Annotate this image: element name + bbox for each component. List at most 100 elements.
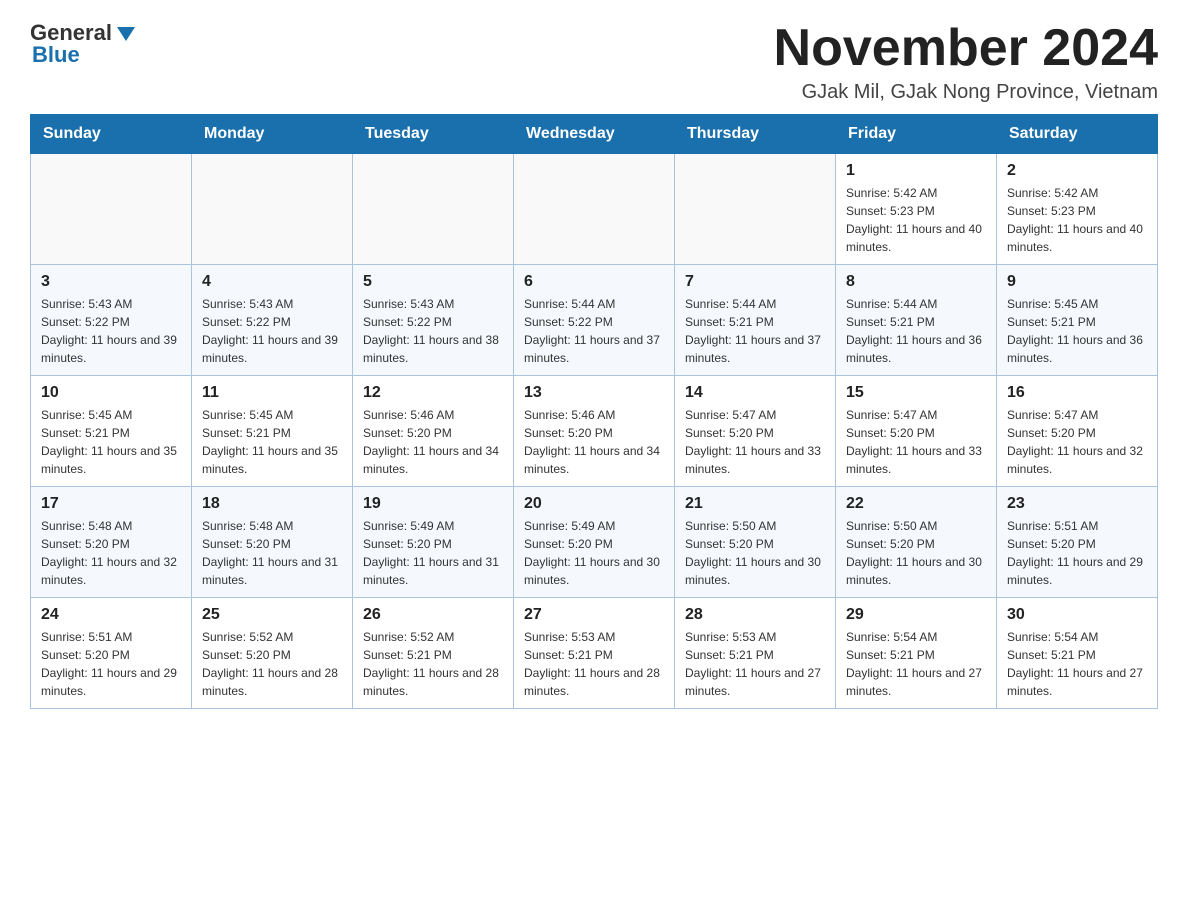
calendar-cell: 3 Sunrise: 5:43 AM Sunset: 5:22 PM Daylig… — [31, 265, 192, 376]
day-info: Sunrise: 5:46 AM Sunset: 5:20 PM Dayligh… — [363, 406, 503, 478]
day-info: Sunrise: 5:47 AM Sunset: 5:20 PM Dayligh… — [846, 406, 986, 478]
calendar-cell — [353, 154, 514, 265]
weekday-header-monday: Monday — [192, 115, 353, 154]
day-info: Sunrise: 5:50 AM Sunset: 5:20 PM Dayligh… — [685, 517, 825, 589]
calendar-cell — [514, 154, 675, 265]
day-number: 26 — [363, 606, 503, 624]
day-number: 8 — [846, 273, 986, 291]
title-area: November 2024 GJak Mil, GJak Nong Provin… — [774, 20, 1158, 104]
week-row-3: 10 Sunrise: 5:45 AM Sunset: 5:21 PM Dayli… — [31, 376, 1158, 487]
day-info: Sunrise: 5:51 AM Sunset: 5:20 PM Dayligh… — [41, 628, 181, 700]
weekday-header-wednesday: Wednesday — [514, 115, 675, 154]
calendar-cell: 10 Sunrise: 5:45 AM Sunset: 5:21 PM Dayli… — [31, 376, 192, 487]
day-number: 16 — [1007, 384, 1147, 402]
day-number: 20 — [524, 495, 664, 513]
calendar-cell — [675, 154, 836, 265]
day-number: 19 — [363, 495, 503, 513]
day-number: 14 — [685, 384, 825, 402]
day-info: Sunrise: 5:54 AM Sunset: 5:21 PM Dayligh… — [846, 628, 986, 700]
calendar-cell: 8 Sunrise: 5:44 AM Sunset: 5:21 PM Daylig… — [836, 265, 997, 376]
day-number: 2 — [1007, 162, 1147, 180]
calendar-cell: 28 Sunrise: 5:53 AM Sunset: 5:21 PM Dayli… — [675, 598, 836, 709]
weekday-header-sunday: Sunday — [31, 115, 192, 154]
day-number: 27 — [524, 606, 664, 624]
day-info: Sunrise: 5:44 AM Sunset: 5:22 PM Dayligh… — [524, 295, 664, 367]
day-number: 17 — [41, 495, 181, 513]
day-info: Sunrise: 5:44 AM Sunset: 5:21 PM Dayligh… — [685, 295, 825, 367]
day-number: 10 — [41, 384, 181, 402]
weekday-header-row: SundayMondayTuesdayWednesdayThursdayFrid… — [31, 115, 1158, 154]
day-number: 13 — [524, 384, 664, 402]
weekday-header-thursday: Thursday — [675, 115, 836, 154]
calendar-cell: 5 Sunrise: 5:43 AM Sunset: 5:22 PM Daylig… — [353, 265, 514, 376]
day-info: Sunrise: 5:47 AM Sunset: 5:20 PM Dayligh… — [1007, 406, 1147, 478]
day-number: 18 — [202, 495, 342, 513]
day-number: 22 — [846, 495, 986, 513]
weekday-header-saturday: Saturday — [997, 115, 1158, 154]
calendar-cell: 9Sunrise: 5:45 AM Sunset: 5:21 PM Daylig… — [997, 265, 1158, 376]
calendar-cell: 20 Sunrise: 5:49 AM Sunset: 5:20 PM Dayli… — [514, 487, 675, 598]
day-info: Sunrise: 5:44 AM Sunset: 5:21 PM Dayligh… — [846, 295, 986, 367]
calendar-cell: 17 Sunrise: 5:48 AM Sunset: 5:20 PM Dayli… — [31, 487, 192, 598]
day-info: Sunrise: 5:53 AM Sunset: 5:21 PM Dayligh… — [685, 628, 825, 700]
calendar-cell: 14 Sunrise: 5:47 AM Sunset: 5:20 PM Dayli… — [675, 376, 836, 487]
day-number: 5 — [363, 273, 503, 291]
logo-blue-text: Blue — [32, 42, 80, 68]
calendar-cell: 26 Sunrise: 5:52 AM Sunset: 5:21 PM Dayli… — [353, 598, 514, 709]
calendar-cell: 1Sunrise: 5:42 AM Sunset: 5:23 PM Daylig… — [836, 154, 997, 265]
day-number: 7 — [685, 273, 825, 291]
day-number: 25 — [202, 606, 342, 624]
logo: General Blue — [30, 20, 137, 68]
calendar-cell: 24 Sunrise: 5:51 AM Sunset: 5:20 PM Dayli… — [31, 598, 192, 709]
day-number: 4 — [202, 273, 342, 291]
day-info: Sunrise: 5:49 AM Sunset: 5:20 PM Dayligh… — [363, 517, 503, 589]
week-row-5: 24 Sunrise: 5:51 AM Sunset: 5:20 PM Dayli… — [31, 598, 1158, 709]
day-info: Sunrise: 5:52 AM Sunset: 5:20 PM Dayligh… — [202, 628, 342, 700]
weekday-header-friday: Friday — [836, 115, 997, 154]
calendar-cell — [31, 154, 192, 265]
day-number: 29 — [846, 606, 986, 624]
calendar-cell: 15 Sunrise: 5:47 AM Sunset: 5:20 PM Dayli… — [836, 376, 997, 487]
week-row-1: 1 Sunrise: 5:42 AM Sunset: 5:23 PM Daylig… — [31, 154, 1158, 265]
day-info: Sunrise: 5:45 AM Sunset: 5:21 PM Dayligh… — [202, 406, 342, 478]
day-number: 23 — [1007, 495, 1147, 513]
header: General Blue November 2024 GJak Mil, GJa… — [30, 20, 1158, 104]
day-info: Sunrise: 5:52 AM Sunset: 5:21 PM Dayligh… — [363, 628, 503, 700]
calendar-cell: 13 Sunrise: 5:46 AM Sunset: 5:20 PM Dayli… — [514, 376, 675, 487]
day-number: 24 — [41, 606, 181, 624]
day-number: 1 — [846, 162, 986, 180]
calendar-cell: 22 Sunrise: 5:50 AM Sunset: 5:20 PM Dayli… — [836, 487, 997, 598]
month-title: November 2024 — [774, 20, 1158, 77]
day-info: Sunrise: 5:54 AM Sunset: 5:21 PM Dayligh… — [1007, 628, 1147, 700]
day-number: 15 — [846, 384, 986, 402]
day-info: Sunrise: 5:43 AM Sunset: 5:22 PM Dayligh… — [363, 295, 503, 367]
day-info: Sunrise: 5:47 AM Sunset: 5:20 PM Dayligh… — [685, 406, 825, 478]
day-number: 30 — [1007, 606, 1147, 624]
calendar-cell: 25 Sunrise: 5:52 AM Sunset: 5:20 PM Dayli… — [192, 598, 353, 709]
calendar-cell: 19 Sunrise: 5:49 AM Sunset: 5:20 PM Dayli… — [353, 487, 514, 598]
calendar-cell: 27Sunrise: 5:53 AM Sunset: 5:21 PM Dayli… — [514, 598, 675, 709]
calendar-cell: 12 Sunrise: 5:46 AM Sunset: 5:20 PM Dayli… — [353, 376, 514, 487]
calendar-cell: 18Sunrise: 5:48 AM Sunset: 5:20 PM Dayli… — [192, 487, 353, 598]
calendar-cell: 23 Sunrise: 5:51 AM Sunset: 5:20 PM Dayli… — [997, 487, 1158, 598]
day-number: 3 — [41, 273, 181, 291]
day-info: Sunrise: 5:45 AM Sunset: 5:21 PM Dayligh… — [1007, 295, 1147, 367]
day-info: Sunrise: 5:50 AM Sunset: 5:20 PM Dayligh… — [846, 517, 986, 589]
logo-triangle-icon — [115, 23, 137, 45]
week-row-2: 3 Sunrise: 5:43 AM Sunset: 5:22 PM Daylig… — [31, 265, 1158, 376]
day-info: Sunrise: 5:45 AM Sunset: 5:21 PM Dayligh… — [41, 406, 181, 478]
day-info: Sunrise: 5:43 AM Sunset: 5:22 PM Dayligh… — [41, 295, 181, 367]
day-info: Sunrise: 5:46 AM Sunset: 5:20 PM Dayligh… — [524, 406, 664, 478]
day-info: Sunrise: 5:42 AM Sunset: 5:23 PM Dayligh… — [1007, 184, 1147, 256]
day-number: 28 — [685, 606, 825, 624]
calendar-cell: 7 Sunrise: 5:44 AM Sunset: 5:21 PM Daylig… — [675, 265, 836, 376]
day-number: 6 — [524, 273, 664, 291]
location-subtitle: GJak Mil, GJak Nong Province, Vietnam — [774, 81, 1158, 104]
calendar-cell: 16 Sunrise: 5:47 AM Sunset: 5:20 PM Dayli… — [997, 376, 1158, 487]
week-row-4: 17 Sunrise: 5:48 AM Sunset: 5:20 PM Dayli… — [31, 487, 1158, 598]
day-info: Sunrise: 5:51 AM Sunset: 5:20 PM Dayligh… — [1007, 517, 1147, 589]
day-number: 12 — [363, 384, 503, 402]
day-info: Sunrise: 5:48 AM Sunset: 5:20 PM Dayligh… — [41, 517, 181, 589]
day-info: Sunrise: 5:49 AM Sunset: 5:20 PM Dayligh… — [524, 517, 664, 589]
calendar-cell — [192, 154, 353, 265]
